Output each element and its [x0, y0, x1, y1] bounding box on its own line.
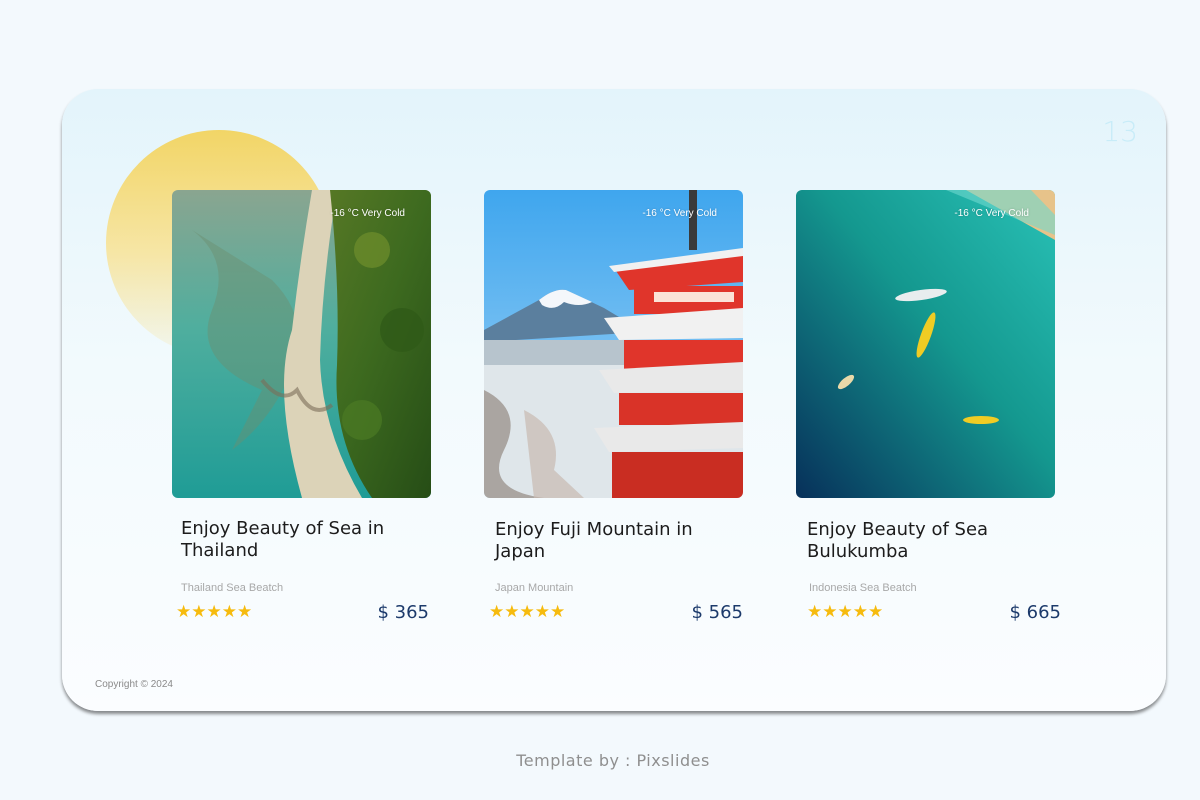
temperature-label: -16 °C Very Cold — [330, 208, 405, 219]
star-rating-icons: ★★★★★ — [176, 602, 253, 621]
temperature-label: -16 °C Very Cold — [954, 208, 1029, 219]
star-rating-icons: ★★★★★ — [489, 602, 566, 621]
card-subtitle: Thailand Sea Beatch — [181, 582, 284, 594]
aerial-sea-boats-photo — [796, 190, 1055, 498]
copyright-text: Copyright © 2024 — [95, 679, 173, 690]
card-title[interactable]: Enjoy Beauty of Sea Bulukumba — [807, 519, 1037, 563]
fuji-pagoda-photo — [484, 190, 743, 498]
card-title[interactable]: Enjoy Fuji Mountain in Japan — [495, 519, 725, 563]
card-price: $ 565 — [691, 602, 743, 623]
page-number: 13 — [1102, 115, 1138, 148]
card-image-japan[interactable]: -16 °C Very Cold — [484, 190, 743, 498]
card-image-bulukumba[interactable]: -16 °C Very Cold — [796, 190, 1055, 498]
card-title[interactable]: Enjoy Beauty of Sea in Thailand — [181, 518, 411, 562]
card-subtitle: Indonesia Sea Beatch — [809, 582, 917, 594]
aerial-beach-forest-photo — [172, 190, 431, 498]
rating-stars: ★★★★★ — [489, 603, 565, 620]
rating-stars: ★★★★★ — [176, 603, 252, 620]
card-subtitle: Japan Mountain — [495, 582, 574, 594]
slide-card: 13 -16 °C Very Cold Enjoy Beauty of Sea … — [62, 89, 1166, 711]
card-image-thailand[interactable]: -16 °C Very Cold — [172, 190, 431, 498]
card-price: $ 365 — [377, 602, 429, 623]
rating-stars: ★★★★★ — [807, 603, 883, 620]
temperature-label: -16 °C Very Cold — [642, 208, 717, 219]
card-price: $ 665 — [1009, 602, 1061, 623]
template-credit: Template by : Pixslides — [516, 751, 710, 770]
star-rating-icons: ★★★★★ — [807, 602, 884, 621]
